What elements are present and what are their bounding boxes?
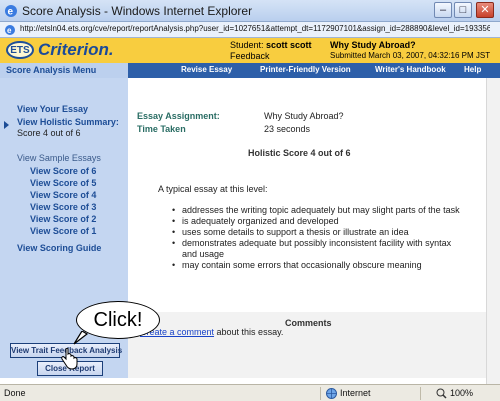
sidebar-view-holistic[interactable]: View Holistic Summary: (17, 117, 119, 127)
security-zone: Internet (340, 388, 371, 398)
score-description-list: addresses the writing topic adequately b… (172, 205, 468, 271)
status-text: Done (4, 388, 26, 398)
zoom-level[interactable]: 100% (450, 388, 473, 398)
sidebar-sample-5[interactable]: View Score of 5 (30, 178, 96, 188)
nav-writers-handbook[interactable]: Writer's Handbook (375, 65, 446, 74)
sidebar-sample-6[interactable]: View Score of 6 (30, 166, 96, 176)
status-divider (320, 387, 321, 400)
callout-tail (73, 331, 88, 345)
comments-title: Comments (285, 318, 332, 328)
sidebar-sample-1[interactable]: View Score of 1 (30, 226, 96, 236)
student-name: scott scott (266, 40, 312, 50)
score-analysis-menu-title: Score Analysis Menu (0, 63, 128, 78)
click-callout: Click! (76, 301, 160, 339)
scrollbar-area[interactable] (486, 78, 500, 384)
nav-printer-friendly[interactable]: Printer-Friendly Version (260, 65, 351, 74)
maximize-button[interactable]: □ (454, 2, 472, 18)
minimize-button[interactable]: – (434, 2, 452, 18)
feedback-label: Feedback (230, 51, 270, 61)
svg-text:e: e (7, 26, 12, 35)
assignment-title: Why Study Abroad? (330, 40, 416, 50)
nav-bar: Score Analysis Menu Revise Essay Printer… (0, 63, 500, 78)
hand-pointer-icon (61, 348, 78, 370)
internet-explorer-icon: e (5, 5, 17, 18)
nav-revise-essay[interactable]: Revise Essay (181, 65, 232, 74)
status-divider (420, 387, 421, 400)
globe-icon (326, 388, 337, 399)
student-info: Student: scott scott (230, 40, 312, 50)
sidebar-sample-heading: View Sample Essays (17, 153, 101, 163)
sidebar-view-essay[interactable]: View Your Essay (17, 104, 88, 114)
address-bar[interactable]: e http://etsln04.ets.org/cve/report/repo… (0, 22, 500, 38)
list-item: is adequately organized and developed (172, 216, 468, 227)
status-bar: Done Internet 100% (0, 384, 500, 401)
assignment-label: Essay Assignment: (137, 111, 220, 121)
sidebar-sample-2[interactable]: View Score of 2 (30, 214, 96, 224)
criterion-logo: Criterion. (38, 40, 114, 59)
comment-line: Create a comment about this essay. (140, 327, 283, 337)
url-text[interactable]: http://etsln04.ets.org/cve/report/report… (20, 24, 490, 33)
close-window-button[interactable]: ✕ (476, 2, 494, 18)
comment-rest-text: about this essay. (214, 327, 284, 337)
page-header: ETS Criterion. Student: scott scott Feed… (0, 38, 500, 63)
title-bar: e Score Analysis - Windows Internet Expl… (0, 0, 500, 22)
holistic-score-title: Holistic Score 4 out of 6 (248, 148, 351, 158)
typical-essay-intro: A typical essay at this level: (158, 184, 268, 194)
sidebar-sample-4[interactable]: View Score of 4 (30, 190, 96, 200)
sidebar-sample-3[interactable]: View Score of 3 (30, 202, 96, 212)
student-label: Student: (230, 40, 264, 50)
sidebar-current-score: Score 4 out of 6 (17, 128, 81, 138)
time-value: 23 seconds (264, 124, 311, 134)
svg-text:e: e (8, 7, 14, 18)
zoom-magnifier-icon[interactable] (436, 388, 447, 399)
submitted-date: Submitted March 03, 2007, 04:32:16 PM JS… (330, 51, 491, 60)
current-item-arrow-icon (4, 121, 9, 129)
assignment-value: Why Study Abroad? (264, 111, 344, 121)
nav-help[interactable]: Help (464, 65, 481, 74)
ets-logo: ETS (6, 41, 34, 59)
page-icon: e (5, 25, 15, 35)
window-title: Score Analysis - Windows Internet Explor… (22, 4, 253, 18)
list-item: demonstrates adequate but possibly incon… (172, 238, 468, 260)
list-item: may contain some errors that occasionall… (172, 260, 468, 271)
list-item: uses some details to support a thesis or… (172, 227, 468, 238)
list-item: addresses the writing topic adequately b… (172, 205, 468, 216)
sidebar-scoring-guide[interactable]: View Scoring Guide (17, 243, 101, 253)
time-label: Time Taken (137, 124, 186, 134)
